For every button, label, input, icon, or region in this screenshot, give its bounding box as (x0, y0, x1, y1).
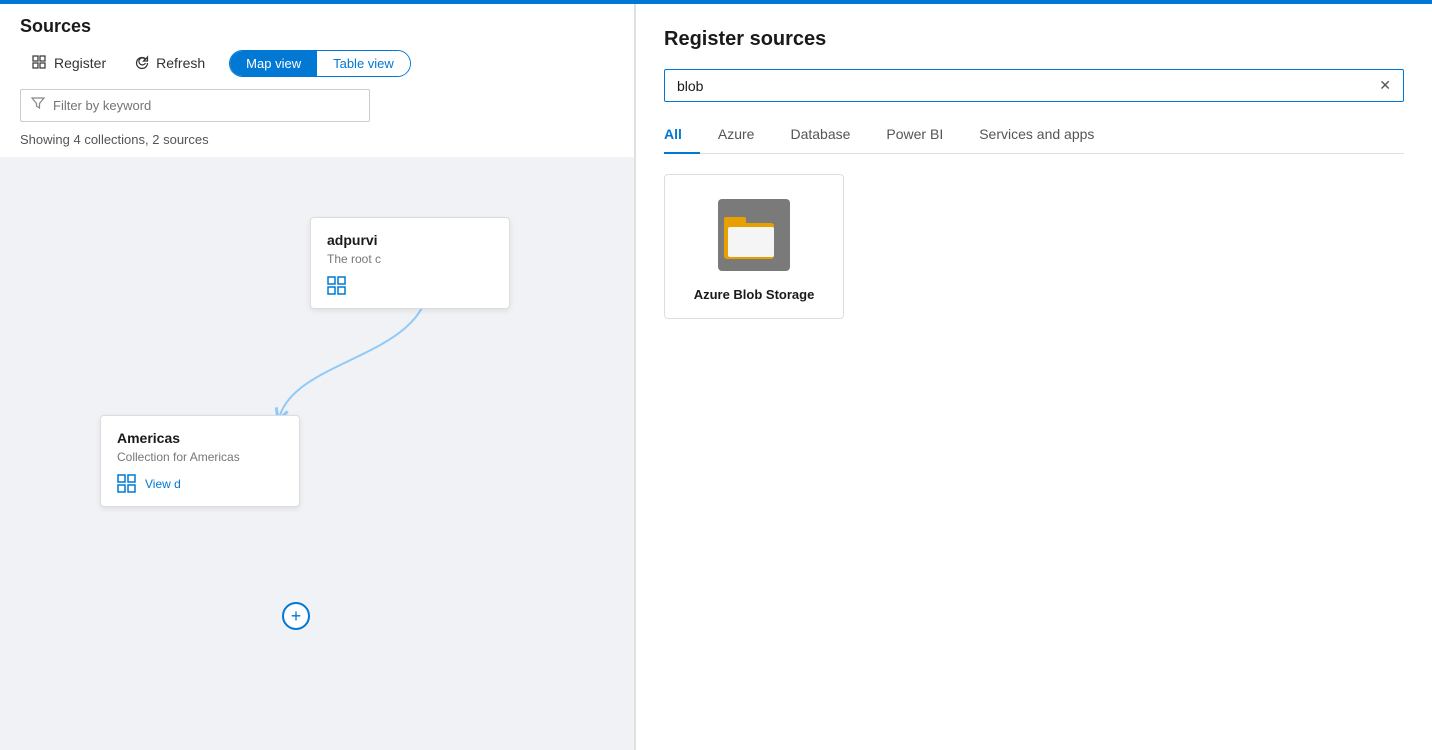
tab-database[interactable]: Database (772, 118, 868, 154)
node-adpurvi[interactable]: adpurvi The root c (310, 217, 510, 309)
filter-input[interactable] (53, 98, 359, 113)
right-panel: Register sources ✕ All Azure Database Po… (635, 4, 1432, 750)
map-view-button[interactable]: Map view (230, 51, 317, 76)
map-canvas: adpurvi The root c Americas Collection f… (0, 157, 634, 750)
node-americas-icons: View d (117, 474, 283, 494)
search-clear-button[interactable]: ✕ (1379, 77, 1391, 94)
sources-grid: Azure Blob Storage (664, 174, 1404, 319)
refresh-icon (134, 55, 150, 71)
left-header: Sources Register (0, 4, 634, 89)
tab-services[interactable]: Services and apps (961, 118, 1112, 154)
node-adpurvi-icons (327, 276, 493, 296)
node-adpurvi-title: adpurvi (327, 232, 493, 248)
view-detail-link[interactable]: View d (145, 477, 181, 491)
register-sources-title: Register sources (664, 28, 1404, 51)
node-adpurvi-subtitle: The root c (327, 252, 493, 266)
filter-input-wrap (20, 89, 370, 122)
showing-text: Showing 4 collections, 2 sources (0, 132, 634, 157)
add-collection-button[interactable]: + (282, 602, 310, 630)
refresh-button[interactable]: Refresh (122, 49, 217, 77)
register-button[interactable]: Register (20, 49, 118, 77)
filter-bar (0, 89, 634, 132)
blob-storage-icon (714, 195, 794, 275)
register-icon (32, 55, 48, 71)
filter-icon (31, 96, 45, 115)
tabs-bar: All Azure Database Power BI Services and… (664, 118, 1404, 154)
table-view-button[interactable]: Table view (317, 51, 410, 76)
grid-icon-americas (117, 474, 137, 494)
tab-powerbi[interactable]: Power BI (868, 118, 961, 154)
toolbar: Register Refresh Map view Table view (20, 49, 614, 77)
search-bar: ✕ (664, 69, 1404, 102)
tab-azure[interactable]: Azure (700, 118, 773, 154)
tab-all[interactable]: All (664, 118, 700, 154)
grid-icon (327, 276, 347, 296)
node-americas-title: Americas (117, 430, 283, 446)
sources-title: Sources (20, 16, 614, 37)
blob-storage-label: Azure Blob Storage (694, 287, 815, 302)
source-card-blob-storage[interactable]: Azure Blob Storage (664, 174, 844, 319)
register-label: Register (54, 55, 106, 71)
node-americas[interactable]: Americas Collection for Americas View d (100, 415, 300, 507)
node-americas-subtitle: Collection for Americas (117, 450, 283, 464)
left-panel: Sources Register (0, 4, 635, 750)
view-toggle: Map view Table view (229, 50, 411, 77)
refresh-label: Refresh (156, 55, 205, 71)
search-input[interactable] (677, 78, 1371, 94)
